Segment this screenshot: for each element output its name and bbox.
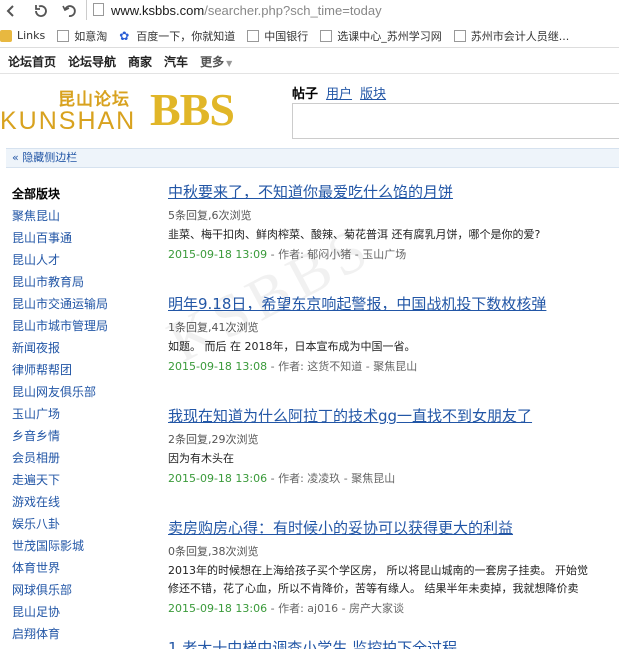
result-excerpt: 2013年的时候想在上海给孩子买个学区房， 所以将昆山城南的一套房子挂卖。 开始… [168, 564, 588, 595]
result-excerpt: 因为有木头在 [168, 452, 234, 465]
sidebar-item[interactable]: 聚焦昆山 [12, 205, 142, 227]
result-author-section[interactable]: - 作者: 这货不知道 - 聚焦昆山 [267, 360, 418, 373]
page-icon [57, 29, 70, 42]
tab-posts[interactable]: 帖子 [292, 83, 318, 102]
nav-guide[interactable]: 论坛导航 [68, 53, 116, 70]
result-title[interactable]: 我现在知道为什么阿拉丁的技术gg一直找不到女朋友了 [168, 404, 619, 428]
logo-bbs: BBS [150, 84, 235, 135]
bookmarks-bar: Links 如意淘 ✿ 百度一下，你就知道 中国银行 选课中心_苏州学习网 苏州市… [0, 24, 619, 48]
result-item: 中秋要来了，不知道你最爱吃什么馅的月饼 5条回复,6次浏览 韭菜、梅干扣肉、鲜肉… [168, 180, 619, 292]
search-input[interactable] [292, 103, 619, 139]
result-item: 卖房购房心得：有时候小的妥协可以获得更大的利益 0条回复,38次浏览 2013年… [168, 516, 619, 646]
sidebar-item[interactable]: 律师帮帮团 [12, 359, 142, 381]
sidebar-item[interactable]: 娱乐八卦 [12, 513, 142, 535]
tab-sections[interactable]: 版块 [360, 83, 386, 102]
result-date: 2015-09-18 13:08 [168, 360, 268, 373]
hide-sidebar-link[interactable]: « 隐藏侧边栏 [6, 148, 619, 168]
paw-icon: ✿ [119, 28, 130, 43]
sidebar-item[interactable]: 昆山网友俱乐部 [12, 381, 142, 403]
refresh-icon[interactable] [30, 0, 52, 22]
result-date: 2015-09-18 13:09 [168, 248, 268, 261]
sidebar-item[interactable]: 启翔体育 [12, 623, 142, 645]
nav-merchants[interactable]: 商家 [128, 53, 152, 70]
sidebar-item[interactable]: 昆山人才 [12, 249, 142, 271]
result-author-section[interactable]: - 作者: 郁闷小猪 - 玉山广场 [267, 248, 407, 261]
result-author-section[interactable]: - 作者: aj016 - 房产大家谈 [267, 602, 404, 615]
result-item: 我现在知道为什么阿拉丁的技术gg一直找不到女朋友了 2条回复,29次浏览 因为有… [168, 404, 619, 516]
sidebar-item[interactable]: 世茂国际影城 [12, 535, 142, 557]
result-stats: 2条回复,29次浏览 [168, 433, 259, 446]
folder-icon [0, 29, 12, 42]
sidebar-item[interactable]: 体育世界 [12, 557, 142, 579]
site-header: 昆山论坛 KUNSHAN BBS 帖子 用户 版块 [0, 75, 619, 145]
sidebar-item[interactable]: 新闻夜报 [12, 337, 142, 359]
page-icon [453, 29, 466, 42]
sidebar-item[interactable]: 乡音乡情 [12, 425, 142, 447]
sidebar-heading: 全部版块 [12, 187, 61, 201]
url-path: /searcher.php?sch_time=today [204, 2, 382, 18]
sidebar-item[interactable]: 昆山百事通 [12, 227, 142, 249]
sidebar-item[interactable]: 昆山足协 [12, 601, 142, 623]
nav-home[interactable]: 论坛首页 [8, 53, 56, 70]
page-icon [247, 29, 260, 42]
browser-toolbar: www.ksbbs.com/searcher.php?sch_time=toda… [0, 0, 619, 22]
site-logo[interactable]: 昆山论坛 KUNSHAN BBS [0, 85, 275, 141]
result-title[interactable]: 明年9.18日，希望东京响起警报，中国战机投下数枚核弹 [168, 292, 619, 316]
bookmark-boc[interactable]: 中国银行 [247, 28, 308, 44]
result-excerpt: 如题。 而后 在 2018年，日本宣布成为中国一省。 [168, 340, 416, 353]
result-stats: 5条回复,6次浏览 [168, 209, 252, 222]
undo-icon[interactable] [58, 0, 80, 22]
search-tabs: 帖子 用户 版块 [292, 83, 394, 102]
nav-cars[interactable]: 汽车 [164, 53, 188, 70]
result-item: 明年9.18日，希望东京响起警报，中国战机投下数枚核弹 1条回复,41次浏览 如… [168, 292, 619, 404]
bookmark-baidu[interactable]: ✿ 百度一下，你就知道 [119, 28, 235, 44]
result-meta: 2015-09-18 13:06 - 作者: aj016 - 房产大家谈 [168, 598, 619, 620]
bookmark-ruyitao[interactable]: 如意淘 [57, 28, 107, 44]
result-title[interactable]: 卖房购房心得：有时候小的妥协可以获得更大的利益 [168, 516, 619, 540]
result-author-section[interactable]: - 作者: 凌凌玖 - 聚焦昆山 [267, 472, 396, 485]
nav-more[interactable]: 更多 ▼ [200, 53, 232, 70]
result-meta: 2015-09-18 13:08 - 作者: 这货不知道 - 聚焦昆山 [168, 356, 619, 378]
result-stats: 0条回复,38次浏览 [168, 545, 259, 558]
page-icon [93, 3, 105, 17]
page-icon [320, 29, 333, 42]
result-meta: 2015-09-18 13:06 - 作者: 凌凌玖 - 聚焦昆山 [168, 468, 619, 490]
sidebar-item[interactable]: 会员相册 [12, 447, 142, 469]
sidebar-item[interactable]: 游戏在线 [12, 491, 142, 513]
result-excerpt: 韭菜、梅干扣肉、鲜肉榨菜、酸辣、菊花普洱 还有腐乳月饼，哪个是你的爱? [168, 228, 541, 241]
partial-result-title[interactable]: 1 老大十中梯中调查小学生 监控拍下全过程 [168, 636, 457, 649]
sidebar-item[interactable]: 昆山市交通运输局 [12, 293, 142, 315]
result-date: 2015-09-18 13:06 [168, 472, 268, 485]
logo-english: KUNSHAN [0, 107, 137, 135]
sidebar-item[interactable]: 玉山广场 [12, 403, 142, 425]
search-results: 中秋要来了，不知道你最爱吃什么馅的月饼 5条回复,6次浏览 韭菜、梅干扣肉、鲜肉… [168, 180, 619, 646]
sidebar-item[interactable]: 网球俱乐部 [12, 579, 142, 601]
back-icon[interactable] [0, 0, 22, 22]
sidebar: 全部版块 聚焦昆山 昆山百事通 昆山人才 昆山市教育局 昆山市交通运输局 昆山市… [12, 183, 142, 645]
sidebar-item[interactable]: 走遍天下 [12, 469, 142, 491]
result-date: 2015-09-18 13:06 [168, 602, 268, 615]
site-nav: 论坛首页 论坛导航 商家 汽车 更多 ▼ [0, 50, 619, 74]
result-title[interactable]: 中秋要来了，不知道你最爱吃什么馅的月饼 [168, 180, 619, 204]
tab-users[interactable]: 用户 [326, 83, 352, 102]
url-host: www.ksbbs.com [111, 2, 205, 18]
bookmark-links[interactable]: Links [0, 29, 45, 42]
bookmark-course[interactable]: 选课中心_苏州学习网 [320, 28, 442, 44]
result-meta: 2015-09-18 13:09 - 作者: 郁闷小猪 - 玉山广场 [168, 244, 619, 266]
result-stats: 1条回复,41次浏览 [168, 321, 259, 334]
sidebar-item[interactable]: 昆山市城市管理局 [12, 315, 142, 337]
sidebar-item[interactable]: 昆山市教育局 [12, 271, 142, 293]
address-bar[interactable]: www.ksbbs.com/searcher.php?sch_time=toda… [86, 0, 382, 20]
bookmark-accounting[interactable]: 苏州市会计人员继... [453, 28, 569, 44]
caret-down-icon: ▼ [226, 59, 233, 68]
